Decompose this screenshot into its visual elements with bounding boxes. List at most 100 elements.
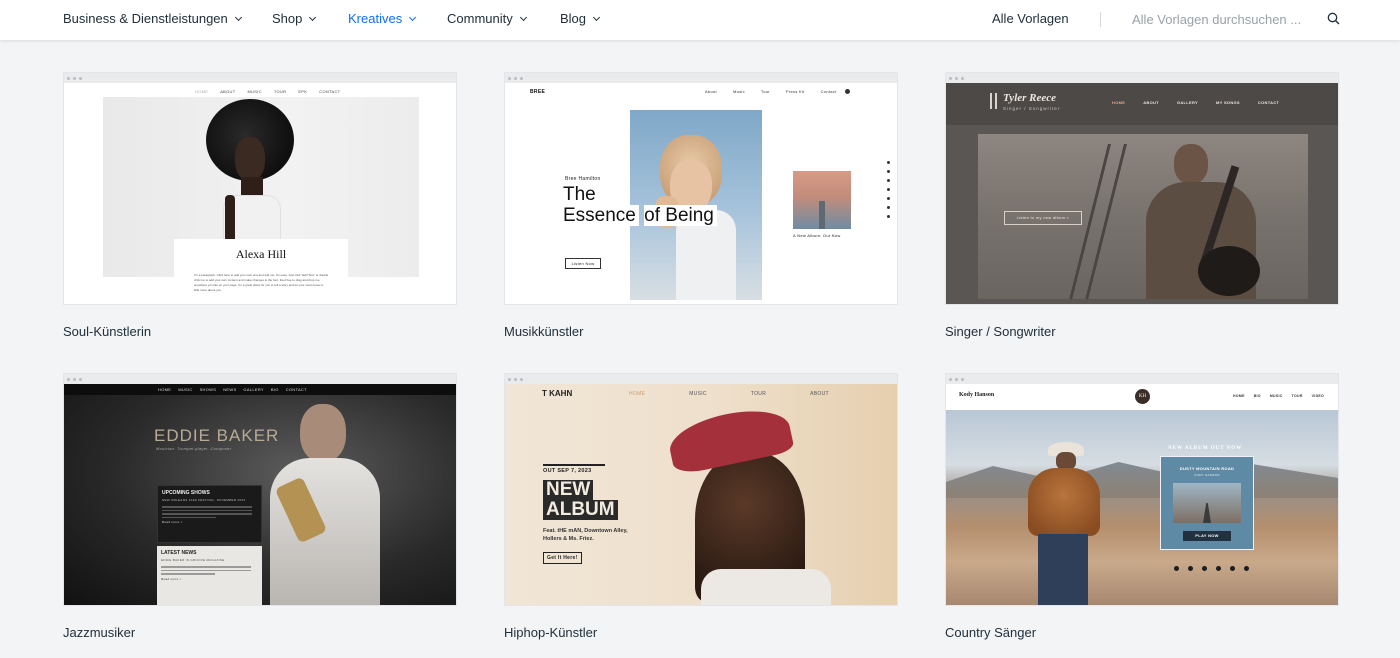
menu-item: TOUR [750,391,767,397]
headline-line: ALBUM [543,500,618,520]
menu-item: MUSIC [689,391,707,397]
preview-menu: About Music Tour Press Kit Contact [705,89,837,94]
template-caption[interactable]: Soul-Künstlerin [63,324,151,339]
template-card-singer-songwriter[interactable]: Tyler Reece Singer / Songwriter HOME ABO… [945,72,1339,339]
menu-item: Music [732,89,745,94]
template-preview[interactable]: Tyler Reece Singer / Songwriter HOME ABO… [945,72,1339,305]
chevron-down-icon [409,13,417,21]
nav-item-shop[interactable]: Shop [272,11,317,26]
template-card-jazz[interactable]: HOME MUSIC SHOWS NEWS GALLERY BIO CONTAC… [63,373,457,640]
hero-photo [946,410,1338,605]
menu-item: EPK [298,89,308,94]
menu-item: ABOUT [810,391,829,397]
featuring: Feat. tHE mAN, Downtown Alley, Hollers &… [543,528,628,542]
menu-item: CONTACT [285,387,307,392]
menu-item: BIO [1253,394,1261,398]
template-preview[interactable]: BREE About Music Tour Press Kit Contact … [504,72,898,305]
chevron-down-icon [592,13,601,21]
nav-item-blog[interactable]: Blog [560,11,601,26]
chevron-down-icon [519,13,527,21]
template-card-music-artist[interactable]: BREE About Music Tour Press Kit Contact … [504,72,898,339]
nav-divider [1100,12,1101,27]
menu-item: Tour [760,89,770,94]
preview-menu: HOME MUSIC SHOWS NEWS GALLERY BIO CONTAC… [158,387,307,392]
template-preview[interactable]: HOME MUSIC SHOWS NEWS GALLERY BIO CONTAC… [63,373,457,606]
template-caption[interactable]: Musikkünstler [504,324,583,339]
box-title: UPCOMING SHOWS [162,490,210,496]
nav-item-label: Shop [272,11,303,26]
nav-item-label: Blog [560,11,587,26]
menu-item: ABOUT [220,89,236,94]
chevron-down-icon [309,13,317,21]
browser-chrome [946,374,1338,384]
album-title: DUSTY MOUNTAIN ROAD [1179,466,1235,471]
box-subtitle: NEW ORLEANS JAZZ FESTIVAL, NOVEMBER 2023 [162,498,246,502]
menu-item: CONTACT [319,89,341,94]
menu-item: HOME [629,391,646,397]
headline-line: The [563,184,596,205]
headline-line: Essence [563,205,639,226]
top-navigation-bar: Business & Dienstleistungen Shop Kreativ… [0,0,1400,40]
menu-item: TOUR [1291,394,1303,398]
template-caption[interactable]: Singer / Songwriter [945,324,1056,339]
nav-item-label: Kreatives [348,11,403,26]
nav-item-business[interactable]: Business & Dienstleistungen [63,11,242,26]
menu-item: VIDEO [1311,394,1325,398]
template-preview[interactable]: Kody Hanson KH HOME BIO MUSIC TOUR VIDEO… [945,373,1339,606]
album-artist: KODY HANSON [1194,473,1220,477]
menu-item: Press Kit [785,89,805,94]
artist-name: Kody Hanson [959,392,995,398]
album-announcement: NEW ALBUM OUT NOW [1168,446,1243,451]
artist-name: EDDIE BAKER [154,426,280,445]
menu-item: TOUR [273,89,287,94]
artist-tagline: Musician. Trumpet player. Composer [156,446,232,451]
template-caption[interactable]: Jazzmusiker [63,625,135,640]
nav-item-label: Community [447,11,513,26]
browser-chrome [64,73,456,83]
template-card-hiphop[interactable]: T KAHN HOME MUSIC TOUR ABOUT OUT SEP 7, … [504,373,898,640]
menu-item: MUSIC [178,387,193,392]
artist-subtitle: Singer / Songwriter [1003,106,1061,111]
listen-button: Listen to my new album > [1004,211,1082,225]
template-preview[interactable]: HOME ABOUT MUSIC TOUR EPK CONTACT Alexa … [63,72,457,305]
search-icon[interactable] [1327,12,1340,25]
nav-item-community[interactable]: Community [447,11,527,26]
artist-name: Alexa Hill [235,247,287,261]
menu-item: MUSIC [1269,394,1283,398]
headline-line: NEW [543,480,594,500]
template-caption[interactable]: Country Sänger [945,625,1036,640]
streaming-icons [1174,566,1249,571]
preview-menu: HOME BIO MUSIC TOUR VIDEO [1233,394,1324,398]
preview-logo: T KAHN [542,389,573,398]
menu-item: NEWS [223,387,237,392]
listen-now-button: Listen Now [565,258,601,269]
chevron-down-icon [234,13,242,21]
menu-item: SHOWS [199,387,217,392]
album-cover [793,171,851,229]
template-card-country[interactable]: Kody Hanson KH HOME BIO MUSIC TOUR VIDEO… [945,373,1339,640]
menu-item: HOME [195,89,209,94]
artist-name: Tyler Reece [1003,92,1057,104]
album-cover: DUSTY MOUNTAIN ROAD KODY HANSON PLAY NOW [1160,456,1254,550]
upcoming-shows-box: UPCOMING SHOWS NEW ORLEANS JAZZ FESTIVAL… [157,485,262,543]
search-input[interactable] [1132,9,1312,29]
preview-menu: HOME ABOUT GALLERY MY SONGS CONTACT [1112,100,1279,105]
nav-item-label: Business & Dienstleistungen [63,11,228,26]
menu-item: GALLERY [1176,100,1199,105]
artist-name: Bree Hamilton [565,176,601,182]
name-box: Alexa Hill I'm a paragraph. Click here t… [174,239,348,304]
preview-menu: HOME MUSIC TOUR ABOUT [629,391,829,397]
browser-chrome [505,374,897,384]
menu-item: GALLERY [243,387,264,392]
all-templates-link[interactable]: Alle Vorlagen [992,11,1069,26]
account-icon [845,89,850,94]
nav-item-kreatives[interactable]: Kreatives [348,11,417,26]
box-title: LATEST NEWS [161,550,197,556]
template-preview[interactable]: T KAHN HOME MUSIC TOUR ABOUT OUT SEP 7, … [504,373,898,606]
preview-logo: BREE [530,89,546,95]
template-card-soul[interactable]: HOME ABOUT MUSIC TOUR EPK CONTACT Alexa … [63,72,457,339]
template-caption[interactable]: Hiphop-Künstler [504,625,597,640]
menu-item: HOME [1233,394,1245,398]
release-date: OUT SEP 7, 2023 [543,468,592,474]
menu-item: HOME [158,387,172,392]
